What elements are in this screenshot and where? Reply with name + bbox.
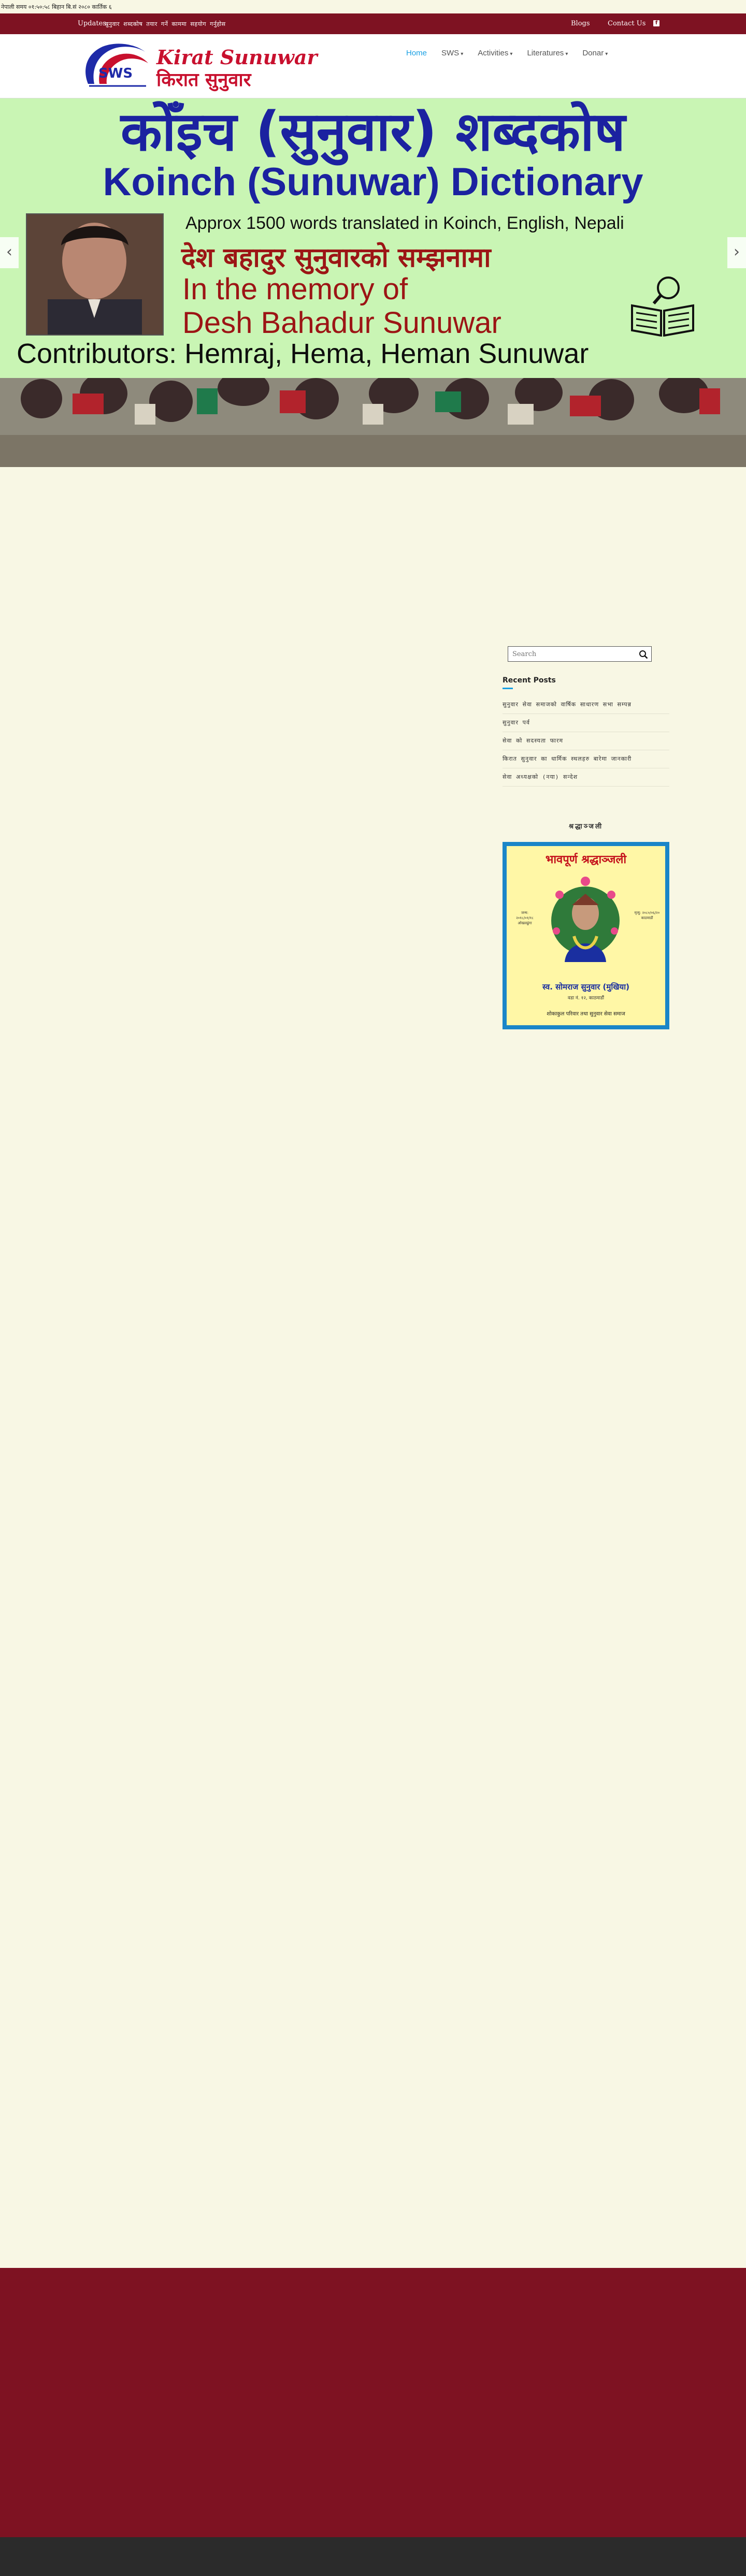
list-item: सुनुवार सेवा समाजको वार्षिक साधारण सभा स… xyxy=(503,696,669,714)
brand-name-english: Kirat Sunuwar xyxy=(156,46,318,69)
dictionary-banner-slide[interactable]: कोँइच (सुनुवार) शब्दकोष Koinch (Sunuwar)… xyxy=(0,98,746,378)
list-item: सेवा अध्यक्षको (नया) सन्देश xyxy=(503,768,669,787)
brand-name-nepali: किरात सुनुवार xyxy=(156,69,251,91)
recent-post-link[interactable]: सुनुवार सेवा समाजको वार्षिक साधारण सभा स… xyxy=(503,701,632,708)
recent-post-link[interactable]: सुनुवार पर्व xyxy=(503,719,530,726)
list-item: सुनुवार पर्व xyxy=(503,714,669,732)
banner-memory-line1: In the memory of xyxy=(182,272,408,306)
nav-donar[interactable]: Donar ▾ xyxy=(575,49,615,57)
chevron-left-icon[interactable]: ‹ xyxy=(0,237,19,268)
banner-contributors: Contributors: Hemraj, Hema, Heman Sunuwa… xyxy=(17,338,589,369)
svg-text:SWS: SWS xyxy=(98,66,133,81)
chevron-down-icon: ▾ xyxy=(461,51,464,57)
recent-posts-heading: Recent Posts xyxy=(503,676,556,685)
banner-memory-nepali: देश बहादुर सुनुवारको सम्झनामा xyxy=(181,242,491,273)
updates-ticker-link[interactable]: सुनुवार शब्दकोष तयार गर्ने काममा सहयोग ग… xyxy=(105,20,226,28)
nav-sws[interactable]: SWS ▾ xyxy=(434,49,470,57)
site-header: SWS Kirat Sunuwar किरात सुनुवार Home SWS… xyxy=(0,34,746,98)
search-input[interactable] xyxy=(508,647,633,661)
banner-approx-text: Approx 1500 words translated in Koinch, … xyxy=(185,213,624,233)
book-search-icon xyxy=(631,276,694,337)
tribute-portrait xyxy=(551,877,620,962)
heading-underline xyxy=(503,688,513,689)
hero-slider: कोँइच (सुनुवार) शब्दकोष Koinch (Sunuwar)… xyxy=(0,98,746,467)
recent-posts-list: सुनुवार सेवा समाजको वार्षिक साधारण सभा स… xyxy=(503,696,669,787)
footer-copyright-bar xyxy=(0,2537,746,2576)
tribute-born: जन्म: २०१८/०१/१८ ओखलढुंगा xyxy=(516,911,534,925)
search-icon[interactable] xyxy=(639,650,648,659)
banner-title-english: Koinch (Sunuwar) Dictionary xyxy=(103,160,643,204)
nav-literatures[interactable]: Literatures ▾ xyxy=(520,49,575,57)
banner-title-nepali: कोँइच (सुनुवार) शब्दकोष xyxy=(120,100,626,163)
search-form xyxy=(508,646,652,662)
top-update-bar: Updates: सुनुवार शब्दकोष तयार गर्ने कामम… xyxy=(0,13,746,34)
nav-activities[interactable]: Activities ▾ xyxy=(470,49,520,57)
chevron-down-icon: ▾ xyxy=(565,51,568,57)
contact-us-link[interactable]: Contact Us xyxy=(608,20,645,27)
list-item: किरात सुनुवार का धार्मिक स्थलहरु बारेमा … xyxy=(503,750,669,768)
banner-memory-line2: Desh Bahadur Sunuwar xyxy=(182,306,501,340)
tribute-place: वडा नं. १२, काठमाडौं xyxy=(567,996,605,1001)
recent-post-link[interactable]: सेवा अध्यक्षको (नया) सन्देश xyxy=(503,774,578,780)
chevron-down-icon: ▾ xyxy=(605,51,608,57)
list-item: सेवा को सदस्यता फारम xyxy=(503,732,669,750)
tribute-title: भावपूर्ण श्रद्धाञ्जली xyxy=(545,853,627,866)
portrait-photo xyxy=(26,213,164,336)
blogs-link[interactable]: Blogs xyxy=(571,20,590,27)
footer-widgets xyxy=(0,2268,746,2537)
tribute-poster[interactable]: भावपूर्ण श्रद्धाञ्जली जन्म: २०१८/०१/१८ ओ… xyxy=(503,842,669,1029)
crowd-photo xyxy=(0,378,746,467)
tribute-widget-title: श्रद्धाञ्जली xyxy=(568,823,604,831)
tribute-family: शोकाकुल परिवार तथा सुनुवार सेवा समाज xyxy=(547,1011,625,1017)
tribute-died: मृत्यु: २०८०/०६/२० काठमाडौं xyxy=(634,911,660,920)
main-navigation: Home SWS ▾ Activities ▾ Literatures ▾ Donar… xyxy=(399,49,615,57)
recent-post-link[interactable]: किरात सुनुवार का धार्मिक स्थलहरु बारेमा … xyxy=(503,755,632,762)
nav-home[interactable]: Home xyxy=(399,49,434,57)
chevron-down-icon: ▾ xyxy=(510,51,513,57)
facebook-icon[interactable]: f xyxy=(653,20,659,26)
date-bar: नेपाली समय ०१:५०:५८ बिहान बि.सं २०८० कार… xyxy=(0,0,746,13)
recent-post-link[interactable]: सेवा को सदस्यता फारम xyxy=(503,737,563,744)
tribute-name: स्व. सोमराज सुनुवार (मुखिया) xyxy=(542,982,629,992)
site-logo[interactable]: SWS Kirat Sunuwar किरात सुनुवार xyxy=(79,40,318,92)
updates-label: Updates: xyxy=(78,20,109,27)
chevron-right-icon[interactable]: › xyxy=(727,237,746,268)
sws-emblem-icon: SWS xyxy=(85,43,148,87)
